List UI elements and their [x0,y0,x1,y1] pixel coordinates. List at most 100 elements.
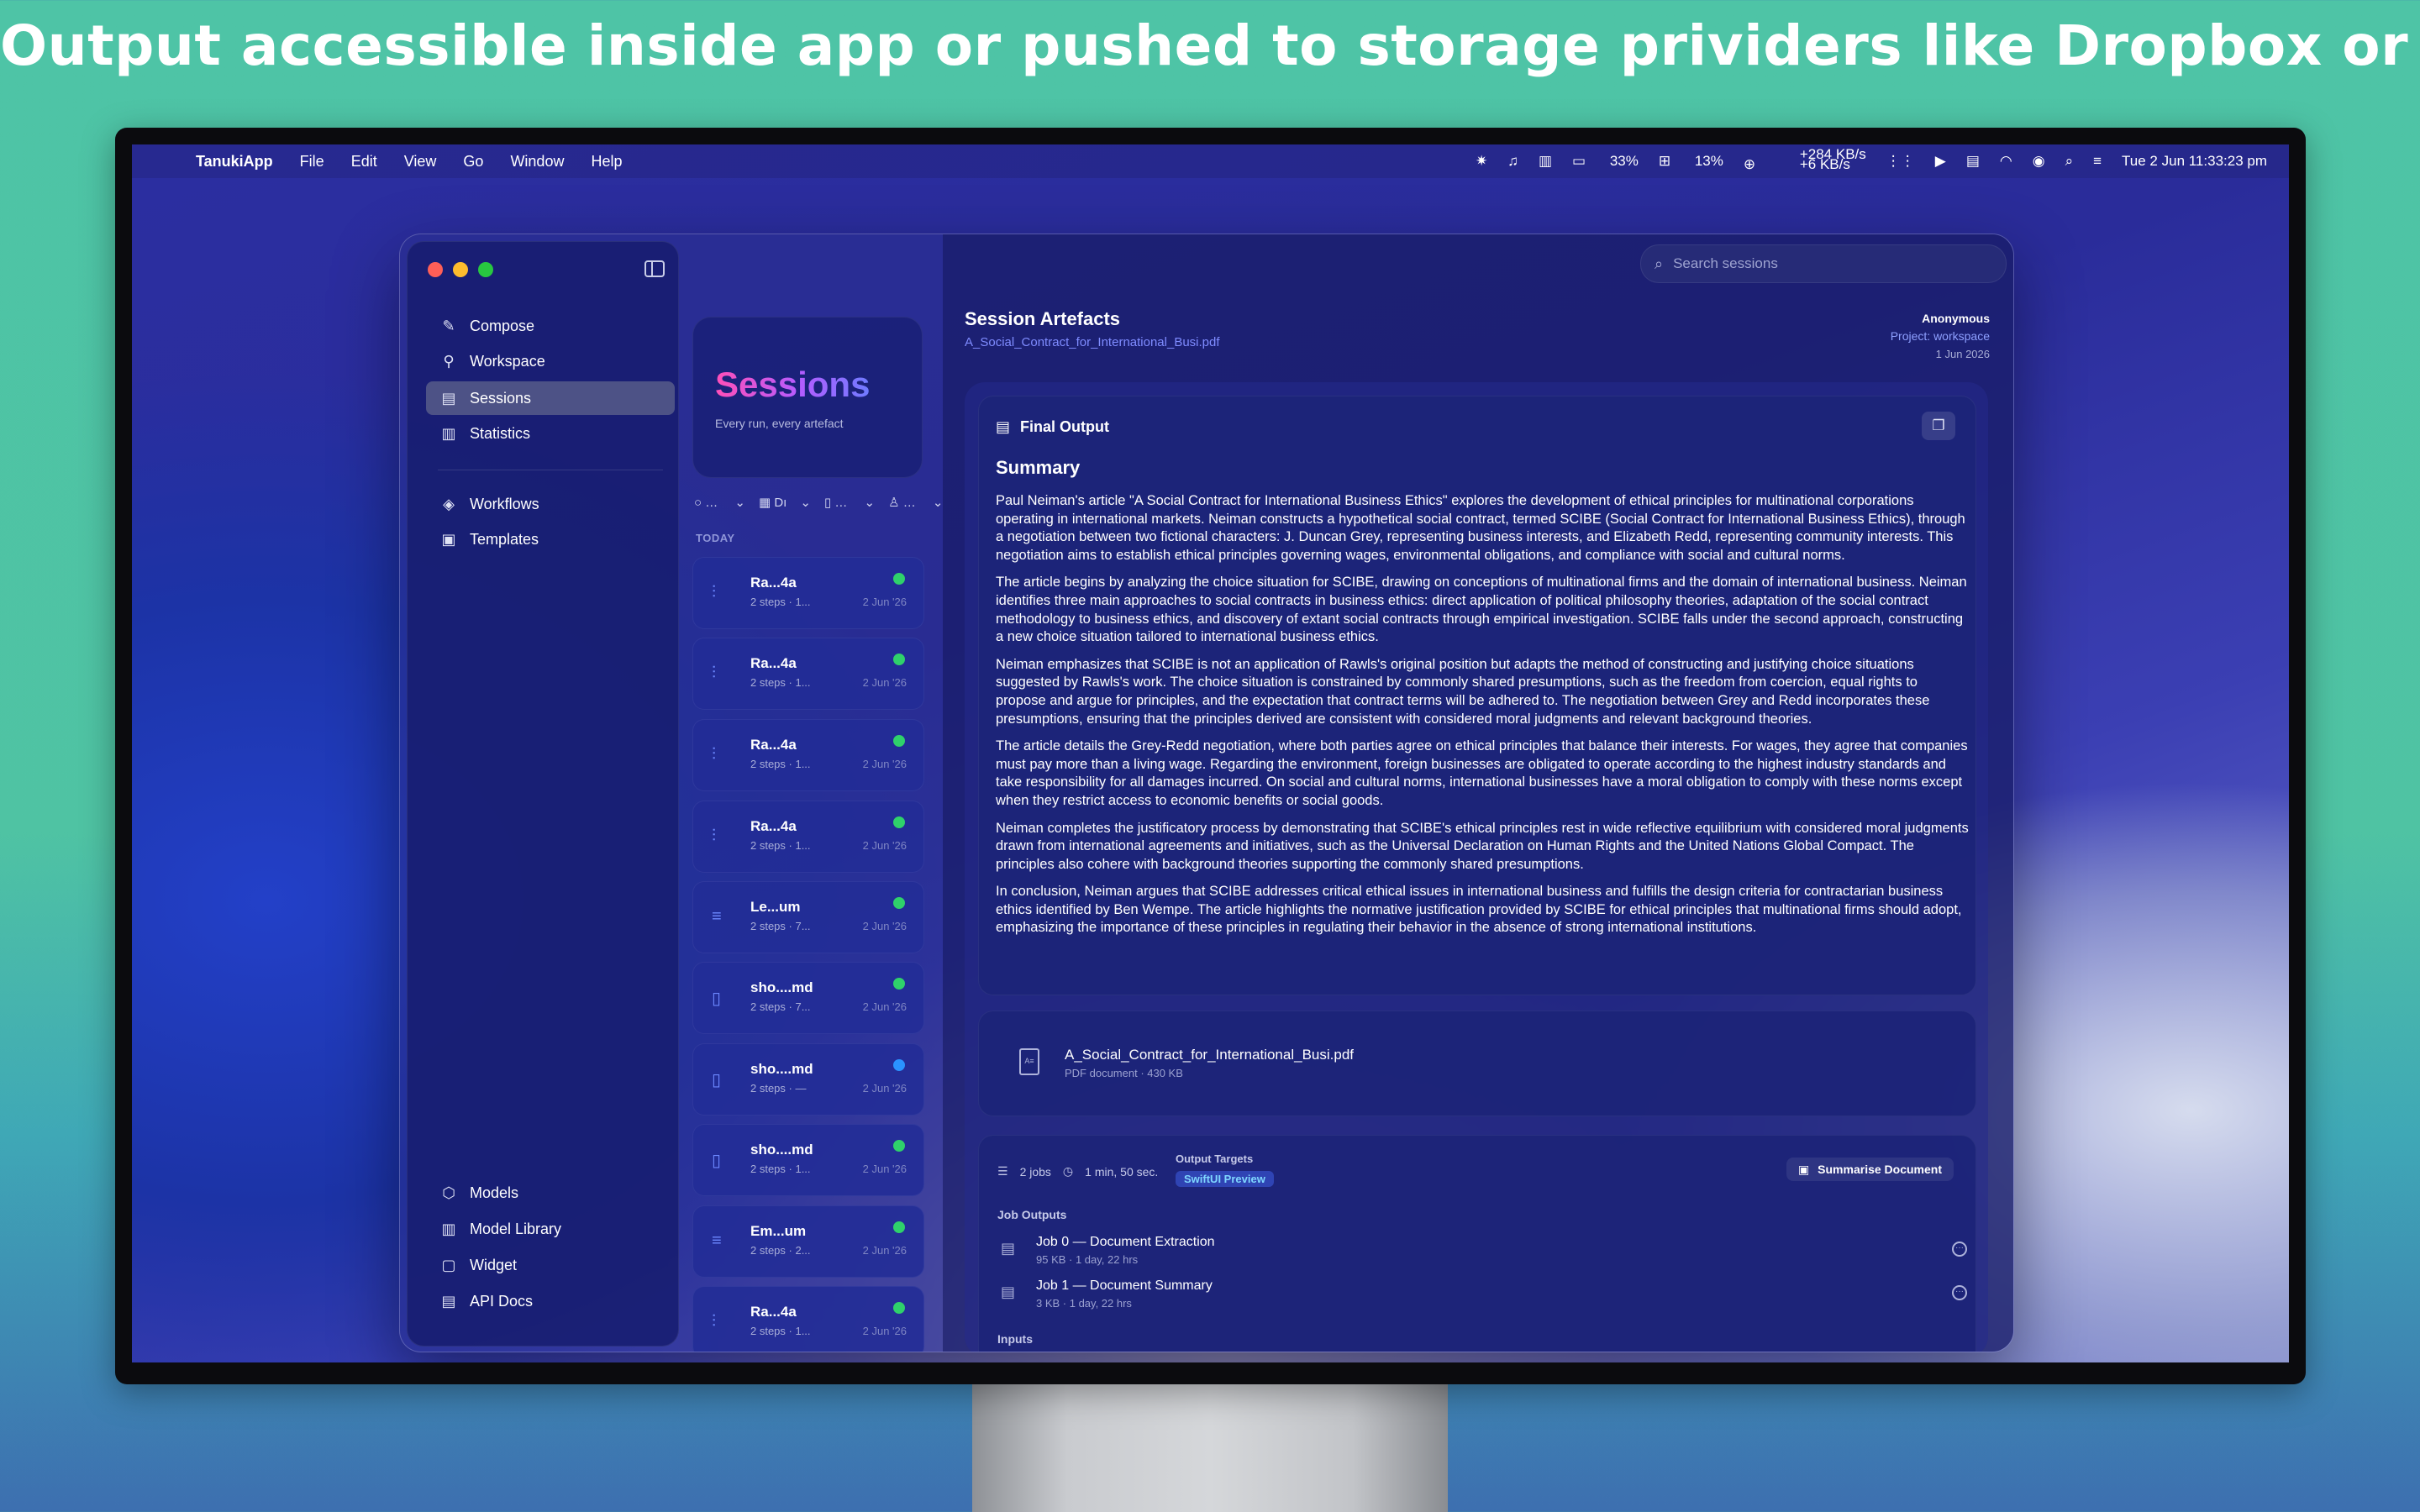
session-date: 2 Jun '26 [862,839,907,852]
jobs-card: ☰ 2 jobs ◷ 1 min, 50 sec. Output Targets… [978,1135,1976,1352]
search-field[interactable]: ⌕ Search sessions [1640,244,2007,283]
menu-view[interactable]: View [404,153,437,171]
sidebar-item-widget[interactable]: ▢ Widget [426,1248,675,1282]
filter-value: Dı [774,496,787,510]
file-icon: ▤ [1001,1284,1016,1300]
session-card[interactable]: ▯ sho....md 2 steps · 1... 2 Jun '26 [692,1124,924,1196]
summary-paragraph: The article begins by analyzing the choi… [996,575,1967,645]
user-icon[interactable]: ◉ [2033,153,2045,170]
close-window-button[interactable] [428,262,443,277]
session-name: sho....md [750,1061,813,1077]
session-card[interactable]: ⫶ Ra...4a 2 steps · 1... 2 Jun '26 [692,1286,924,1352]
search-placeholder: Search sessions [1673,255,1778,271]
session-card[interactable]: ⫶ Ra...4a 2 steps · 1... 2 Jun '26 [692,638,924,710]
microphone-icon[interactable]: ♫ [1507,153,1518,170]
more-options-icon[interactable]: ··· [1952,1242,1967,1257]
project-label[interactable]: Project: workspace [1891,328,1990,345]
session-meta: 2 steps · 1... [750,758,811,770]
inputs-label: Inputs [997,1332,1033,1346]
monitor-stand [972,1378,1448,1512]
waveform-icon: ⫶ [712,664,716,682]
cube-icon: ⬡ [442,1184,455,1201]
cpu-stat[interactable]: ⊞ 13% [1659,153,1723,170]
menu-go[interactable]: Go [463,153,483,171]
sidebar-item-templates[interactable]: ▣ Templates [426,522,675,556]
job-output-row[interactable]: ▤ Job 0 — Document Extraction 95 KB · 1 … [1001,1235,1967,1272]
session-card[interactable]: ⫶ Ra...4a 2 steps · 1... 2 Jun '26 [692,719,924,791]
session-date: 1 Jun 2026 [1935,348,1990,360]
user-filter[interactable]: ♙ … ⌄ [888,495,943,510]
session-meta: 2 steps · 1... [750,676,811,689]
brightness-icon[interactable]: ✷ [1476,153,1487,170]
network-stat[interactable]: ⊕ +284 KB/s +6 KB/s [1744,147,1866,173]
memory-icon[interactable]: ▥ [1539,153,1552,170]
sidebar-item-statistics[interactable]: ▥ Statistics [426,417,675,450]
sidebar-item-workspace[interactable]: ⚲ Workspace [426,344,675,378]
apple-menu-icon[interactable] [155,153,171,170]
summary-body: Paul Neiman's article "A Social Contract… [996,492,1970,947]
grid-icon[interactable]: ⋮⋮ [1886,153,1915,170]
session-meta-block: Anonymous Project: workspace 1 Jun 2026 [1891,310,1990,363]
output-target-badge[interactable]: SwiftUI Preview [1176,1171,1274,1187]
copy-button[interactable]: ❐ [1922,412,1955,440]
wifi-icon[interactable]: ◠ [2000,153,2012,170]
session-card[interactable]: ⫶ Ra...4a 2 steps · 1... 2 Jun '26 [692,557,924,629]
minimize-window-button[interactable] [453,262,468,277]
sidebar-item-label: Templates [470,530,539,548]
session-card[interactable]: ▯ sho....md 2 steps · 7... 2 Jun '26 [692,962,924,1034]
headline: Output accessible inside app or pushed t… [0,13,2420,78]
sidebar-item-compose[interactable]: ✎ Compose [426,309,675,343]
more-options-icon[interactable]: ··· [1952,1285,1967,1300]
source-file-link[interactable]: A_Social_Contract_for_International_Busi… [965,335,1220,349]
input-file-card[interactable]: A≡ A_Social_Contract_for_International_B… [978,1011,1976,1116]
play-icon[interactable]: ▶ [1935,153,1946,170]
session-date: 2 Jun '26 [862,758,907,770]
widget-icon: ▢ [441,1256,456,1273]
session-card[interactable]: ▯ sho....md 2 steps · — 2 Jun '26 [692,1043,924,1116]
menu-edit[interactable]: Edit [351,153,377,171]
sessions-title: Sessions [715,365,871,404]
status-dot [893,1221,905,1233]
sidebar-item-label: API Docs [470,1292,534,1310]
display-icon[interactable]: ▤ [1966,153,1980,170]
job-stats: ☰ 2 jobs ◷ 1 min, 50 sec. [997,1164,1170,1179]
session-card[interactable]: ≡ Le...um 2 steps · 7... 2 Jun '26 [692,881,924,953]
author: Anonymous [1922,312,1990,325]
sessions-list-pane: Sessions Every run, every artefact ○ … ⌄… [682,241,943,1352]
job-output-row[interactable]: ▤ Job 1 — Document Summary 3 KB · 1 day,… [1001,1278,1967,1315]
status-filter[interactable]: ○ … ⌄ [694,495,745,510]
clock[interactable]: Tue 2 Jun 11:33:23 pm [2122,153,2267,170]
menu-help[interactable]: Help [591,153,622,171]
document-icon: ▯ [712,1071,722,1089]
type-filter[interactable]: ▯ … ⌄ [824,495,875,510]
sidebar-item-models[interactable]: ⬡ Models [426,1176,675,1210]
session-card[interactable]: ≡ Em...um 2 steps · 2... 2 Jun '26 [692,1205,924,1278]
session-card[interactable]: ⫶ Ra...4a 2 steps · 1... 2 Jun '26 [692,801,924,873]
menu-file[interactable]: File [300,153,324,171]
job-title: Job 0 — Document Extraction [1036,1235,1215,1249]
job-duration: 1 min, 50 sec. [1085,1164,1159,1179]
sidebar-item-label: Sessions [470,389,532,407]
window-controls [428,262,493,277]
sidebar-item-sessions[interactable]: ▤ Sessions [426,381,675,415]
sidebar-item-label: Workflows [470,495,539,512]
spotlight-icon[interactable]: ⌕ [2065,153,2074,170]
job-outputs-label: Job Outputs [997,1208,1067,1221]
menu-window[interactable]: Window [510,153,564,171]
cpu-value: 13% [1694,153,1723,169]
summary-paragraph: The article details the Grey-Redd negoti… [996,738,1968,808]
group-label-today: TODAY [696,532,735,544]
menu-app-name[interactable]: TanukiApp [196,153,273,171]
sidebar-item-label: Statistics [470,424,531,442]
battery-stat[interactable]: ▭ 33% [1572,153,1639,170]
sidebar-item-model-library[interactable]: ▥ Model Library [426,1212,675,1246]
control-center-icon[interactable]: ≡ [2093,153,2102,170]
date-filter[interactable]: ▦ Dı ⌄ [759,495,811,510]
sidebar-toggle-icon[interactable] [644,260,665,277]
zoom-window-button[interactable] [478,262,493,277]
summarise-document-button[interactable]: ▣ Summarise Document [1786,1158,1954,1181]
sidebar-item-workflows[interactable]: ◈ Workflows [426,487,675,521]
sidebar-item-api-docs[interactable]: ▤ API Docs [426,1284,675,1318]
net-down: +6 KB/s [1799,156,1850,172]
session-date: 2 Jun '26 [862,596,907,608]
